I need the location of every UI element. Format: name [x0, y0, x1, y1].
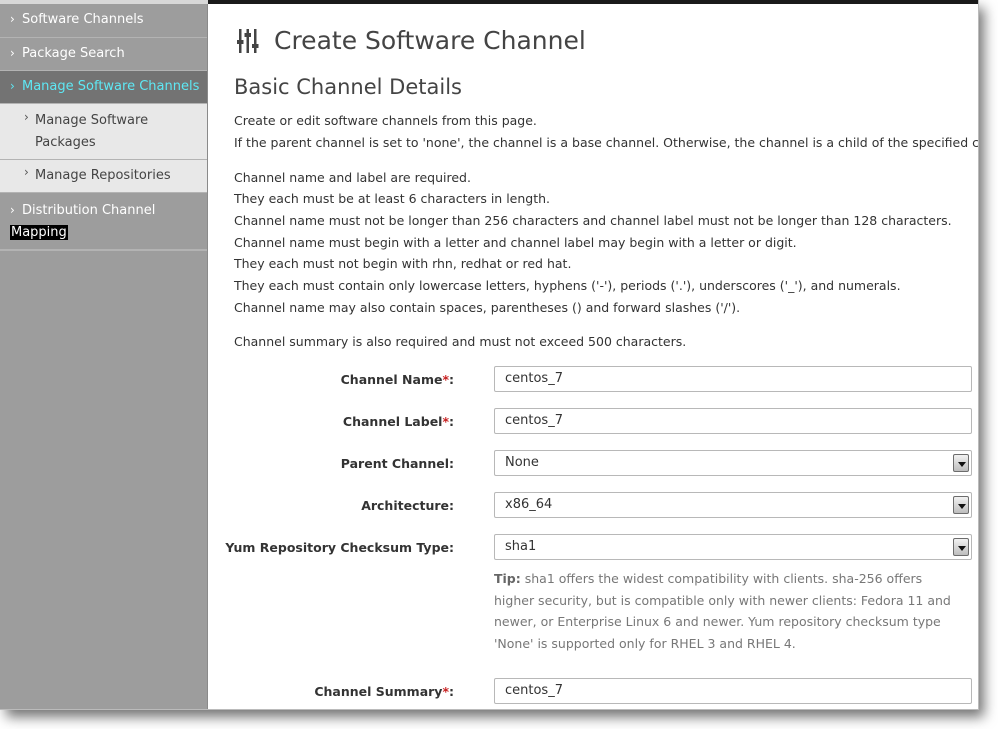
- channel-summary-input[interactable]: centos_7: [494, 678, 972, 704]
- section-title: Basic Channel Details: [234, 75, 462, 99]
- rule-text: Channel name must not be longer than 256…: [234, 213, 952, 228]
- channel-name-label: Channel Name*:: [340, 372, 454, 387]
- channel-label-input[interactable]: centos_7: [494, 408, 972, 434]
- channel-name-input[interactable]: centos_7: [494, 366, 972, 392]
- sidebar-item-label: Manage Software Packages: [35, 113, 149, 150]
- architecture-label: Architecture:: [361, 498, 454, 513]
- sidebar-item-distribution-channel-mapping[interactable]: › Distribution Channel Mapping: [0, 193, 207, 251]
- chevron-right-icon: ›: [24, 110, 29, 124]
- architecture-value: x86_64: [505, 497, 553, 512]
- chevron-right-icon: ›: [24, 165, 29, 179]
- architecture-select[interactable]: x86_64: [494, 492, 972, 518]
- sidebar-item-manage-repositories[interactable]: › Manage Repositories: [0, 160, 207, 193]
- parent-channel-value: None: [505, 455, 539, 470]
- sidebar: › Software Channels › Package Search › M…: [0, 4, 208, 709]
- tip-text: sha1 offers the widest compatibility wit…: [494, 571, 951, 651]
- channel-summary-label: Channel Summary*:: [314, 684, 454, 699]
- sidebar-item-label: Distribution Channel: [22, 203, 156, 218]
- sidebar-item-label: Package Search: [22, 46, 125, 61]
- main-content: Create Software Channel Basic Channel De…: [208, 4, 978, 709]
- rule-text: They each must not begin with rhn, redha…: [234, 256, 572, 271]
- rule-text: They each must be at least 6 characters …: [234, 191, 551, 206]
- chevron-down-icon[interactable]: [953, 538, 969, 556]
- sidebar-item-package-search[interactable]: › Package Search: [0, 38, 207, 71]
- sidebar-item-label: Manage Software Channels: [22, 79, 200, 94]
- window: › Software Channels › Package Search › M…: [0, 0, 978, 709]
- sidebar-item-manage-software-channels[interactable]: › Manage Software Channels: [0, 71, 207, 104]
- channel-label-label: Channel Label*:: [342, 414, 454, 429]
- rule-text: Channel name must begin with a letter an…: [234, 235, 797, 250]
- sidebar-item-label-selected: Mapping: [10, 225, 68, 240]
- sidebar-item-label: Manage Repositories: [35, 168, 171, 183]
- checksum-type-label: Yum Repository Checksum Type:: [225, 540, 454, 555]
- rule-text: Channel name may also contain spaces, pa…: [234, 300, 741, 315]
- sidebar-item-label: Software Channels: [22, 12, 144, 27]
- sidebar-item-manage-software-packages[interactable]: › Manage Software Packages: [0, 104, 207, 160]
- rule-text: They each must contain only lowercase le…: [234, 278, 901, 293]
- chevron-right-icon: ›: [10, 203, 15, 217]
- summary-rule-text: Channel summary is also required and mus…: [234, 334, 687, 349]
- parent-channel-select[interactable]: None: [494, 450, 972, 476]
- chevron-right-icon: ›: [10, 79, 15, 93]
- rule-text: Channel name and label are required.: [234, 170, 471, 185]
- intro-text: If the parent channel is set to 'none', …: [234, 135, 978, 150]
- tip-label: Tip:: [494, 571, 521, 586]
- sliders-icon: [237, 29, 259, 53]
- chevron-down-icon[interactable]: [953, 496, 969, 514]
- checksum-type-select[interactable]: sha1: [494, 534, 972, 560]
- checksum-type-value: sha1: [505, 539, 537, 554]
- chevron-down-icon[interactable]: [953, 454, 969, 472]
- chevron-right-icon: ›: [10, 12, 15, 26]
- sidebar-item-software-channels[interactable]: › Software Channels: [0, 4, 207, 38]
- parent-channel-label: Parent Channel:: [340, 456, 454, 471]
- intro-text: Create or edit software channels from th…: [234, 113, 537, 128]
- page-title: Create Software Channel: [274, 26, 586, 55]
- checksum-tip: Tip: sha1 offers the widest compatibilit…: [494, 568, 964, 654]
- chevron-right-icon: ›: [10, 46, 15, 60]
